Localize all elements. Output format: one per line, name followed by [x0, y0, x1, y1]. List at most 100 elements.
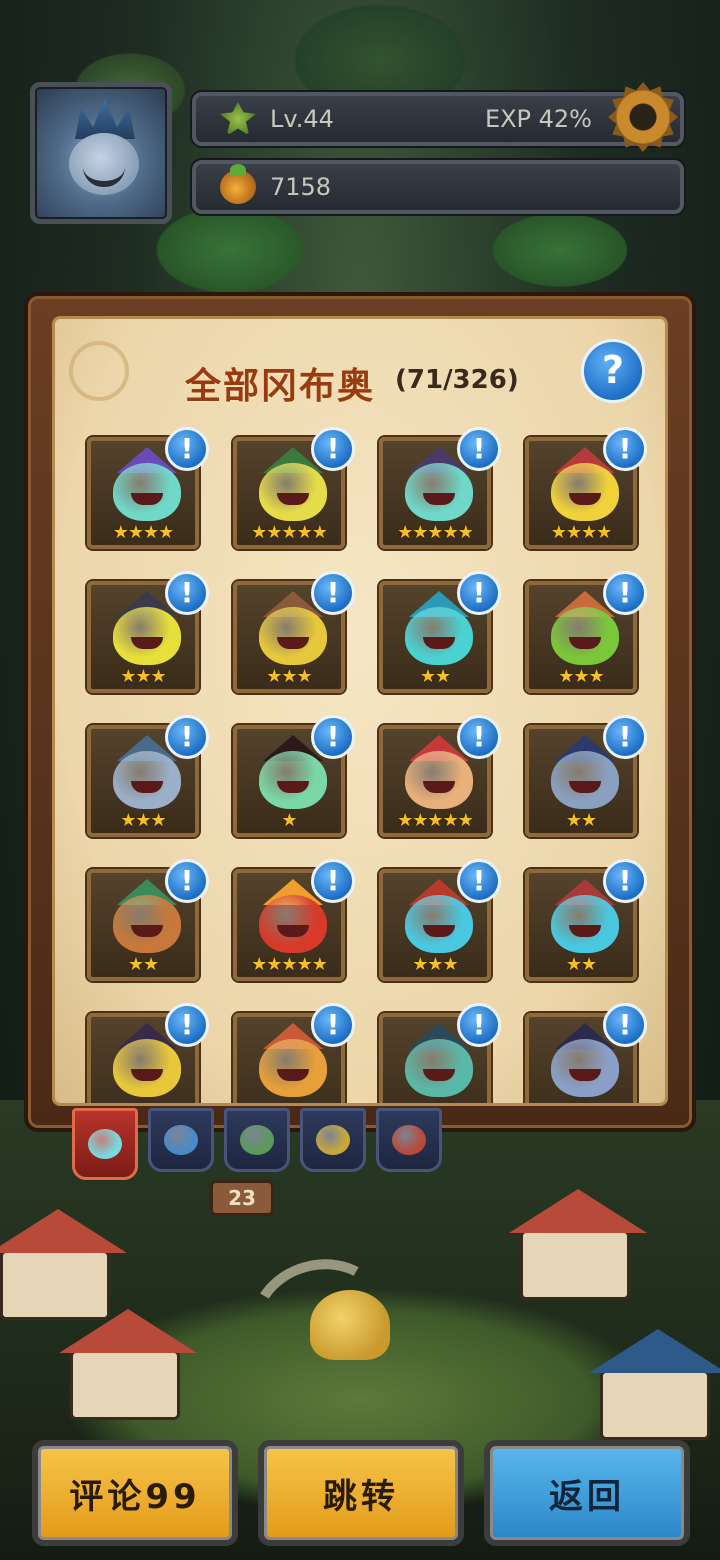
tab-green[interactable]	[224, 1108, 290, 1172]
gumball-card[interactable]: !	[233, 1003, 355, 1103]
tab-all-icon	[88, 1129, 122, 1159]
gumball-card[interactable]: ★★!	[379, 571, 501, 693]
gumball-card[interactable]: ★★★★★!	[233, 859, 355, 981]
star-rating: ★★★	[120, 810, 166, 831]
gumball-portrait-icon	[259, 895, 327, 953]
star-rating: ★★★★	[112, 522, 175, 543]
player-avatar[interactable]	[30, 82, 172, 224]
info-badge-icon[interactable]: !	[457, 1003, 501, 1047]
star-rating: ★★	[127, 954, 159, 975]
gumball-portrait-icon	[551, 751, 619, 809]
star-rating: ★★★★★	[251, 954, 328, 975]
star-rating: ★★★	[558, 666, 604, 687]
back-button[interactable]: 返回	[484, 1440, 690, 1546]
gumball-card[interactable]: ★★★★!	[87, 427, 209, 549]
info-badge-icon[interactable]: !	[311, 715, 355, 759]
tab-blue[interactable]	[148, 1108, 214, 1172]
magic-lamp[interactable]	[310, 1290, 390, 1360]
currency-amount: 7158	[270, 173, 332, 201]
info-badge-icon[interactable]: !	[165, 1003, 209, 1047]
info-badge-icon[interactable]: !	[457, 715, 501, 759]
star-rating: ★★★★★	[397, 810, 474, 831]
level-text: Lv.44	[270, 105, 334, 133]
star-rating: ★★★★★	[251, 522, 328, 543]
gumball-card[interactable]: ★★★!	[87, 571, 209, 693]
level-sign[interactable]: 23	[210, 1180, 274, 1216]
info-badge-icon[interactable]: !	[603, 427, 647, 471]
info-badge-icon[interactable]: !	[311, 571, 355, 615]
star-rating: ★★★	[266, 666, 312, 687]
gumball-card[interactable]: ★★★!	[233, 571, 355, 693]
gumball-card[interactable]: ★★!	[525, 859, 647, 981]
gumball-portrait-icon	[113, 1039, 181, 1097]
collection-panel: 全部冈布奥 (71/326) ? ★★★★! ★★★★★! ★★★★★! ★★★★! ★…	[52, 316, 668, 1106]
gumball-portrait-icon	[259, 751, 327, 809]
info-badge-icon[interactable]: !	[457, 427, 501, 471]
info-badge-icon[interactable]: !	[603, 571, 647, 615]
star-rating: ★★	[565, 954, 597, 975]
gumball-portrait-icon	[113, 607, 181, 665]
avatar-face-icon	[69, 133, 139, 195]
fruit-coin-icon	[220, 164, 256, 204]
tab-yellow-icon	[316, 1125, 350, 1155]
info-badge-icon[interactable]: !	[457, 859, 501, 903]
info-badge-icon[interactable]: !	[165, 427, 209, 471]
gumball-card[interactable]: !	[379, 1003, 501, 1103]
gumball-portrait-icon	[405, 1039, 473, 1097]
gumball-portrait-icon	[113, 895, 181, 953]
info-badge-icon[interactable]: !	[603, 1003, 647, 1047]
gumball-card[interactable]: !	[87, 1003, 209, 1103]
info-badge-icon[interactable]: !	[457, 571, 501, 615]
gumball-card[interactable]: ★★★!	[379, 859, 501, 981]
comment-button[interactable]: 评论99	[32, 1440, 238, 1546]
star-rating: ★★★	[120, 666, 166, 687]
gumball-portrait-icon	[113, 751, 181, 809]
gumball-portrait-icon	[113, 463, 181, 521]
star-rating: ★★★	[412, 954, 458, 975]
tab-yellow[interactable]	[300, 1108, 366, 1172]
tab-red-icon	[392, 1125, 426, 1155]
tab-blue-icon	[164, 1125, 198, 1155]
gumball-portrait-icon	[551, 463, 619, 521]
gumball-card[interactable]: ★★★!	[87, 715, 209, 837]
gumball-card[interactable]: !	[525, 1003, 647, 1103]
gumball-portrait-icon	[405, 895, 473, 953]
info-badge-icon[interactable]: !	[311, 859, 355, 903]
gumball-card[interactable]: ★★★★★!	[233, 427, 355, 549]
jump-button[interactable]: 跳转	[258, 1440, 464, 1546]
gumball-card[interactable]: ★★★★★!	[379, 715, 501, 837]
emblem-icon	[69, 341, 129, 401]
info-badge-icon[interactable]: !	[603, 859, 647, 903]
info-badge-icon[interactable]: !	[165, 715, 209, 759]
house-bottom-left	[59, 1309, 197, 1420]
gumball-portrait-icon	[405, 463, 473, 521]
currency-bar: 7158	[192, 160, 684, 214]
exp-text: EXP 42%	[484, 105, 592, 133]
info-badge-icon[interactable]: !	[165, 571, 209, 615]
gumball-portrait-icon	[551, 1039, 619, 1097]
gumball-card[interactable]: ★★★★!	[525, 427, 647, 549]
category-tabs	[72, 1108, 442, 1180]
gumball-card[interactable]: ★★!	[87, 859, 209, 981]
gumball-card[interactable]: ★★★!	[525, 571, 647, 693]
info-badge-icon[interactable]: !	[311, 1003, 355, 1047]
gumball-card[interactable]: ★★★★★!	[379, 427, 501, 549]
gumball-card[interactable]: ★!	[233, 715, 355, 837]
house-blue	[589, 1329, 720, 1440]
gumball-card[interactable]: ★★!	[525, 715, 647, 837]
panel-title: 全部冈布奥	[185, 366, 376, 407]
info-badge-icon[interactable]: !	[165, 859, 209, 903]
tab-red[interactable]	[376, 1108, 442, 1172]
gumball-portrait-icon	[259, 463, 327, 521]
help-button[interactable]: ?	[581, 339, 645, 403]
gumball-portrait-icon	[259, 607, 327, 665]
tab-all[interactable]	[72, 1108, 138, 1180]
clover-icon	[220, 102, 256, 136]
gumball-portrait-icon	[259, 1039, 327, 1097]
star-rating: ★★	[565, 810, 597, 831]
level-bar: Lv.44 EXP 42%	[192, 92, 684, 146]
info-badge-icon[interactable]: !	[603, 715, 647, 759]
info-badge-icon[interactable]: !	[311, 427, 355, 471]
tab-green-icon	[240, 1125, 274, 1155]
star-rating: ★	[281, 810, 297, 831]
